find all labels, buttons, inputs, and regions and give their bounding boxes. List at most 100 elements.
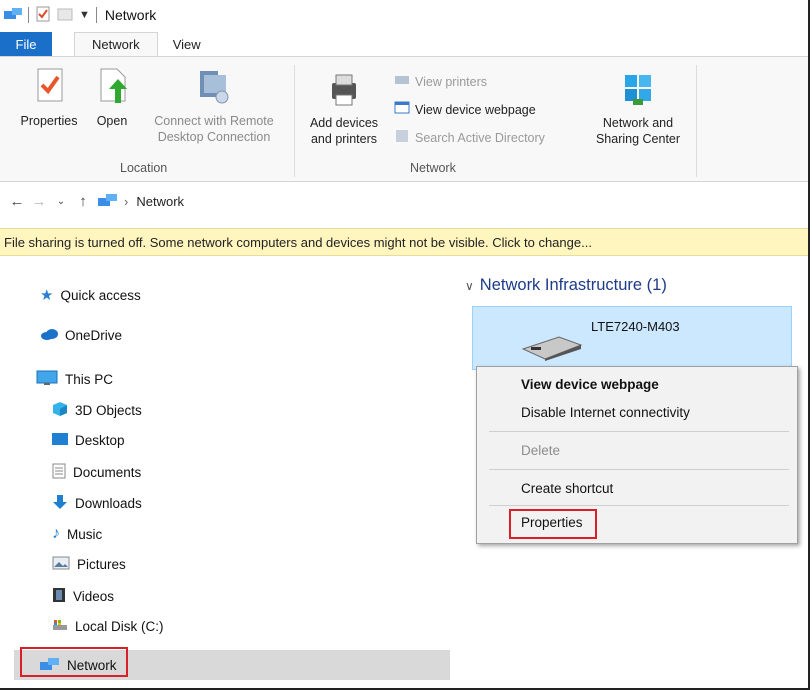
window-title: Network xyxy=(104,7,157,23)
menu-separator xyxy=(489,431,789,432)
nav-label: Documents xyxy=(73,465,142,480)
remote-desktop-label-1: Connect with Remote xyxy=(154,114,274,128)
back-arrow-icon[interactable]: ← xyxy=(6,193,28,210)
ribbon: Properties Open Connect with Remote Desk… xyxy=(0,56,808,182)
monitor-icon xyxy=(36,370,58,389)
search-active-directory-label: Search Active Directory xyxy=(415,130,545,145)
menu-separator xyxy=(489,469,789,470)
new-folder-quick-icon[interactable] xyxy=(57,6,73,25)
printer-icon xyxy=(300,73,388,111)
group-separator xyxy=(294,65,295,177)
webpage-icon xyxy=(394,101,410,118)
network-sharing-icon xyxy=(584,73,692,111)
nav-item-documents[interactable]: Documents xyxy=(52,463,141,482)
nav-label: OneDrive xyxy=(65,328,123,343)
customize-toolbar-icon[interactable]: ▼ xyxy=(79,9,90,21)
download-arrow-icon xyxy=(52,494,68,513)
chevron-down-icon: ∨ xyxy=(465,278,474,293)
router-icon xyxy=(519,333,585,364)
context-menu: View device webpage Disable Internet con… xyxy=(476,366,798,544)
up-arrow-icon[interactable]: ↑ xyxy=(72,193,94,210)
remote-desktop-label-2: Desktop Connection xyxy=(157,130,271,144)
nav-label: Videos xyxy=(73,589,115,604)
network-sharing-center-button[interactable]: Network and Sharing Center xyxy=(584,73,692,147)
toolbar-separator xyxy=(28,7,29,23)
nav-label: 3D Objects xyxy=(75,403,142,418)
title-bar: ▼ Network xyxy=(0,0,808,30)
device-tile[interactable]: LTE7240-M403 xyxy=(472,306,792,370)
nav-item-videos[interactable]: Videos xyxy=(52,587,114,606)
menu-item-view-device-webpage[interactable]: View device webpage xyxy=(521,377,659,392)
group-header-label: Network Infrastructure (1) xyxy=(479,276,667,294)
tab-file[interactable]: File xyxy=(0,32,52,56)
properties-button[interactable]: Properties xyxy=(14,67,84,129)
nav-item-this-pc[interactable]: This PC xyxy=(36,370,113,389)
breadcrumb-network[interactable]: Network xyxy=(136,194,184,209)
open-label: Open xyxy=(96,114,128,128)
file-sharing-infobar[interactable]: File sharing is turned off. Some network… xyxy=(0,228,808,256)
address-network-icon xyxy=(98,192,118,211)
view-device-webpage-label: View device webpage xyxy=(415,102,536,117)
view-printers-label: View printers xyxy=(415,74,488,89)
nav-item-onedrive[interactable]: OneDrive xyxy=(40,328,122,343)
nav-item-desktop[interactable]: Desktop xyxy=(52,432,125,449)
menu-item-disable-internet[interactable]: Disable Internet connectivity xyxy=(521,405,690,420)
nav-label: This PC xyxy=(65,372,114,387)
quick-access-toolbar: ▼ xyxy=(0,6,97,25)
nav-item-local-disk[interactable]: Local Disk (C:) xyxy=(52,618,164,635)
cloud-icon xyxy=(40,328,58,343)
properties-icon xyxy=(14,67,84,109)
desktop-icon xyxy=(52,432,68,449)
nav-item-quick-access[interactable]: ★ Quick access xyxy=(40,286,141,304)
document-icon xyxy=(52,463,66,482)
navigation-pane: ★ Quick access OneDrive This PC 3D Objec… xyxy=(0,260,460,688)
search-directory-icon xyxy=(394,129,410,146)
menu-item-create-shortcut[interactable]: Create shortcut xyxy=(521,481,613,496)
group-separator xyxy=(696,65,697,177)
add-devices-label-1: Add devices xyxy=(309,116,379,130)
tab-view[interactable]: View xyxy=(158,32,216,56)
breadcrumb-separator-icon[interactable]: › xyxy=(124,194,128,209)
recent-locations-chevron-icon[interactable]: ⌄ xyxy=(50,196,72,207)
network-sharing-label-2: Sharing Center xyxy=(595,132,681,146)
explorer-window: ▼ Network File Network View Properties O… xyxy=(0,0,810,690)
forward-arrow-icon[interactable]: → xyxy=(28,193,50,210)
ribbon-tabs: File Network View xyxy=(0,32,808,56)
nav-item-pictures[interactable]: Pictures xyxy=(52,556,126,573)
network-infrastructure-group-header[interactable]: ∨ Network Infrastructure (1) xyxy=(465,276,667,295)
film-icon xyxy=(52,587,66,606)
remote-desktop-icon xyxy=(140,67,288,109)
remote-desktop-button[interactable]: Connect with Remote Desktop Connection xyxy=(140,67,288,145)
properties-highlight-box xyxy=(509,509,597,539)
add-devices-button[interactable]: Add devices and printers xyxy=(300,73,388,147)
device-name: LTE7240-M403 xyxy=(591,319,680,334)
drive-icon xyxy=(52,618,68,635)
nav-label: Pictures xyxy=(77,557,126,572)
view-printers-button[interactable]: View printers xyxy=(394,73,487,90)
star-icon: ★ xyxy=(40,287,54,304)
pictures-icon xyxy=(52,556,70,573)
network-group-label: Network xyxy=(410,161,456,175)
nav-item-downloads[interactable]: Downloads xyxy=(52,494,142,513)
view-device-webpage-button[interactable]: View device webpage xyxy=(394,101,536,118)
network-sharing-label-1: Network and xyxy=(602,116,674,130)
nav-item-3d-objects[interactable]: 3D Objects xyxy=(52,401,142,420)
tab-network[interactable]: Network xyxy=(74,32,158,56)
menu-separator xyxy=(489,505,789,506)
view-printers-icon xyxy=(394,73,410,90)
toolbar-separator xyxy=(95,7,97,23)
address-bar: ← → ⌄ ↑ › Network xyxy=(0,188,808,214)
properties-quick-icon[interactable] xyxy=(35,6,51,25)
open-button[interactable]: Open xyxy=(90,67,134,129)
properties-label: Properties xyxy=(20,114,78,128)
network-folder-icon xyxy=(4,6,22,25)
nav-label: Quick access xyxy=(60,287,141,303)
menu-item-delete[interactable]: Delete xyxy=(521,443,560,458)
nav-item-music[interactable]: ♪ Music xyxy=(52,525,102,543)
search-active-directory-button[interactable]: Search Active Directory xyxy=(394,129,545,146)
nav-label: Desktop xyxy=(75,433,125,448)
network-highlight-box xyxy=(20,647,128,677)
cube-icon xyxy=(52,401,68,420)
open-icon xyxy=(90,67,134,109)
add-devices-label-2: and printers xyxy=(310,132,377,146)
